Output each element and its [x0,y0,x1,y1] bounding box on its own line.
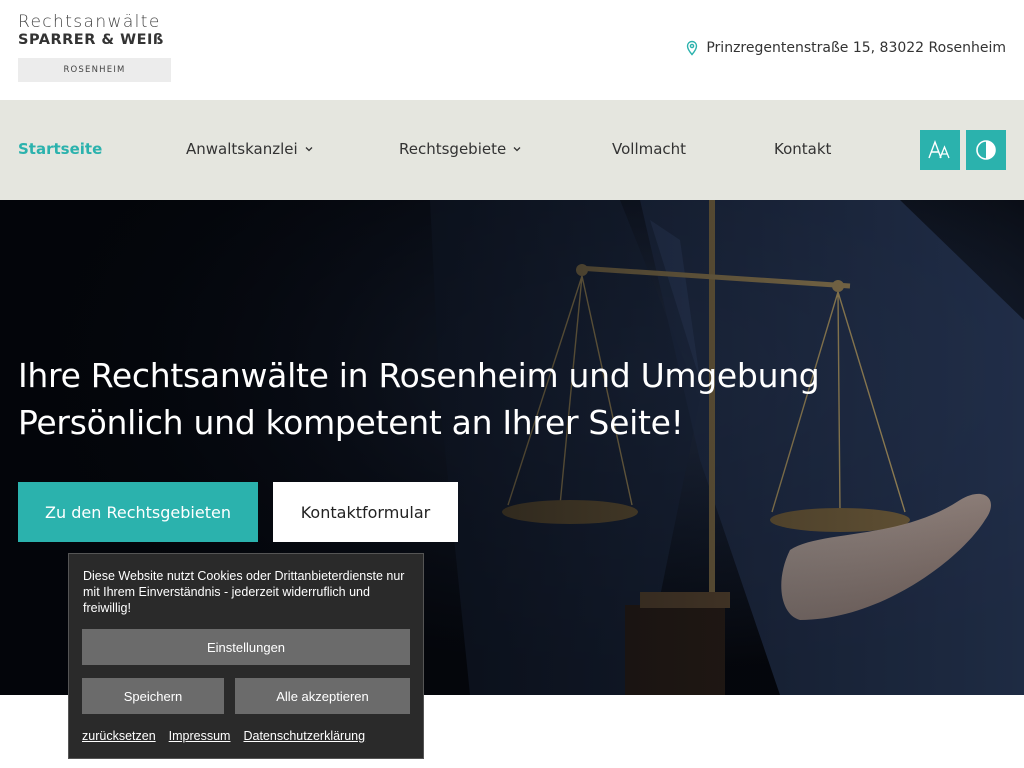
cookie-accept-all-button[interactable]: Alle akzeptieren [235,678,410,714]
nav-label: Vollmacht [612,140,687,158]
main-navigation: Startseite Anwaltskanzlei Rechtsgebiete … [0,100,1024,200]
privacy-policy-link[interactable]: Datenschutzerklärung [243,729,365,743]
nav-item-startseite[interactable]: Startseite [18,140,102,158]
cookie-text: Diese Website nutzt Cookies oder Drittan… [83,569,405,615]
cookie-save-button[interactable]: Speichern [82,678,224,714]
cookie-settings-button[interactable]: Einstellungen [82,629,410,665]
font-size-icon [928,140,950,159]
site-logo[interactable]: Rechtsanwälte SPARRER & WEIß ROSENHEIM [18,12,171,82]
contact-form-button[interactable]: Kontaktformular [273,482,458,542]
address-text: Prinzregentenstraße 15, 83022 Rosenheim [706,40,1006,56]
nav-label: Anwaltskanzlei [186,140,298,158]
legal-areas-button[interactable]: Zu den Rechtsgebieten [18,482,258,542]
nav-label: Startseite [18,140,103,158]
nav-item-anwaltskanzlei[interactable]: Anwaltskanzlei [186,140,314,158]
cookie-banner: Diese Website nutzt Cookies oder Drittan… [68,553,424,759]
nav-label: Rechtsgebiete [399,140,507,158]
font-size-button[interactable] [920,130,960,170]
nav-item-rechtsgebiete[interactable]: Rechtsgebiete [399,140,522,158]
hero-subtitle: Persönlich und kompetent an Ihrer Seite! [18,403,684,442]
address: Prinzregentenstraße 15, 83022 Rosenheim [684,40,1006,56]
logo-line-2: SPARRER & WEIß [18,32,164,48]
imprint-link[interactable]: Impressum [169,729,231,743]
nav-label: Kontakt [774,140,832,158]
logo-line-3: ROSENHEIM [18,58,171,82]
contrast-button[interactable] [966,130,1006,170]
location-pin-icon [687,40,698,56]
nav-item-kontakt[interactable]: Kontakt [774,140,831,158]
contrast-icon [976,140,996,160]
cookie-reset-link[interactable]: zurücksetzen [82,729,156,743]
nav-item-vollmacht[interactable]: Vollmacht [612,140,686,158]
cookie-links: zurücksetzen Impressum Datenschutzerklär… [82,729,365,743]
chevron-down-icon [513,147,521,152]
chevron-down-icon [305,147,313,152]
hero-title: Ihre Rechtsanwälte in Rosenheim und Umge… [18,356,820,395]
site-header: Rechtsanwälte SPARRER & WEIß ROSENHEIM P… [0,0,1024,100]
logo-line-1: Rechtsanwälte [18,12,161,32]
